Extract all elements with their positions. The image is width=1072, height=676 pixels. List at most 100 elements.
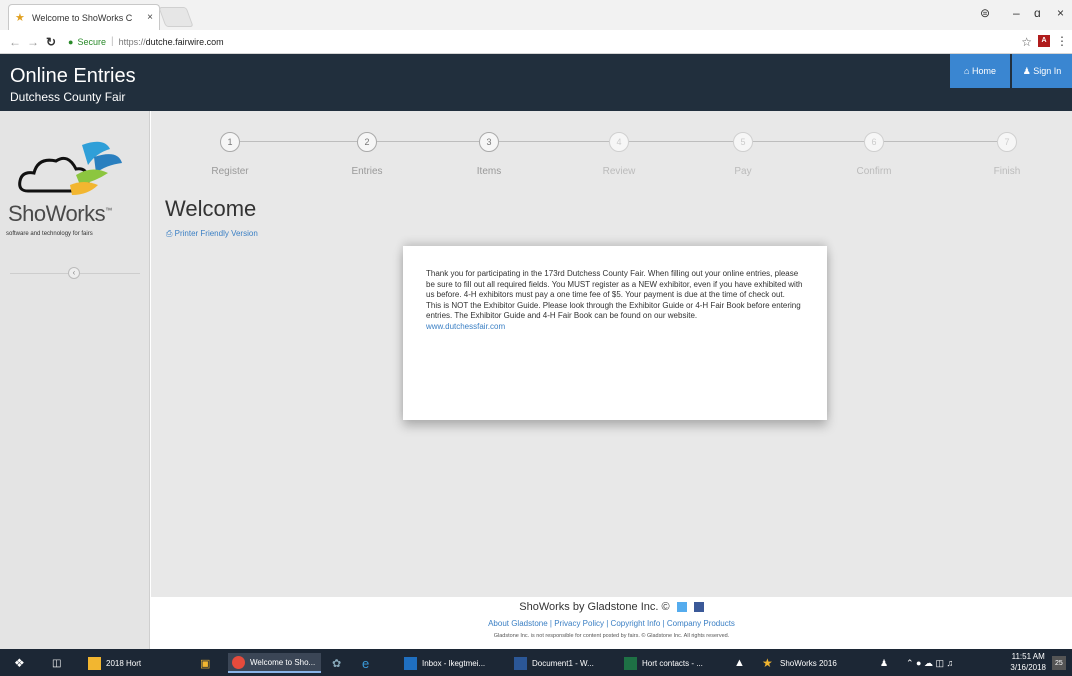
welcome-card: Thank you for participating in the 173rd… — [403, 246, 827, 420]
taskbar-label: ShoWorks 2016 — [780, 658, 837, 668]
photos-icon[interactable]: ▲ — [734, 653, 745, 673]
url-host: dutche.fairwire.com — [145, 36, 224, 47]
system-tray-icons[interactable]: ⌃ ● ☁ ◫ ♫ — [906, 653, 953, 673]
sidebar: ShoWorks™ software and technology for fa… — [0, 111, 150, 649]
site-header: Online Entries Dutchess County Fair ⌂ Ho… — [0, 54, 1072, 111]
close-window-button[interactable]: × — [1057, 6, 1064, 20]
site-footer: ShoWorks by Gladstone Inc. © About Glads… — [151, 597, 1072, 649]
step-circle: 6 — [864, 132, 884, 152]
store-icon[interactable]: ▣ — [200, 653, 210, 673]
footer-links: About Gladstone | Privacy Policy | Copyr… — [151, 619, 1072, 628]
twitter-icon[interactable] — [676, 602, 687, 613]
logo-tagline: software and technology for fairs — [6, 231, 93, 237]
website-link[interactable]: www.dutchessfair.com — [426, 322, 803, 333]
facebook-icon[interactable] — [693, 602, 704, 613]
step-label: Entries — [351, 166, 383, 177]
address-bar: ← → ↻ ● Secure | https://dutche.fairwire… — [0, 30, 1072, 54]
start-windows-icon[interactable]: ❖ — [14, 653, 25, 673]
taskbar-item-showorks[interactable]: ★ ShoWorks 2016 — [762, 653, 837, 673]
printer-friendly-link[interactable]: ⎙ Printer Friendly Version — [166, 229, 258, 239]
taskbar-label: Welcome to Sho... — [250, 657, 316, 667]
edge-icon[interactable]: e — [362, 653, 369, 673]
logo-wordmark: ShoWorks — [8, 201, 106, 226]
footer-link-about[interactable]: About Gladstone — [488, 619, 548, 628]
taskbar-item-hort-folder[interactable]: 2018 Hort — [88, 653, 141, 673]
browser-tabstrip: ★ Welcome to ShoWorks C × ⊜ – ɑ × — [0, 0, 1072, 30]
secure-label: Secure — [77, 36, 106, 47]
profile-icon[interactable]: ⊜ — [980, 6, 990, 20]
windows-taskbar: ❖ ◫ 2018 Hort ▣ Welcome to Sho... ✿ e In… — [0, 649, 1072, 676]
url-field[interactable]: https://dutche.fairwire.com — [119, 37, 224, 47]
taskbar-clock[interactable]: 11:51 AM 3/16/2018 — [1010, 651, 1046, 673]
site-subtitle: Dutchess County Fair — [10, 90, 126, 104]
url-scheme: https:// — [118, 36, 146, 47]
folder-icon — [88, 656, 101, 670]
step-circle: 7 — [997, 132, 1017, 152]
step-label: Pay — [734, 166, 752, 177]
lock-icon: ● — [68, 36, 74, 47]
trophy-icon: ★ — [762, 655, 773, 670]
home-button[interactable]: ⌂ Home — [950, 54, 1010, 88]
step-connector — [753, 141, 864, 142]
app-icon[interactable]: ✿ — [332, 653, 341, 673]
tab-title: Welcome to ShoWorks C — [32, 12, 133, 23]
taskbar-label: 2018 Hort — [106, 658, 142, 668]
bookmark-star-icon[interactable]: ☆ — [1021, 35, 1032, 49]
step-connector — [884, 141, 997, 142]
step-connector — [629, 141, 733, 142]
taskbar-label: Inbox - lkegtmei... — [422, 658, 486, 668]
step-label: Confirm — [856, 166, 892, 177]
step-connector — [240, 141, 357, 142]
step-circle: 5 — [733, 132, 753, 152]
clock-time: 11:51 AM — [1011, 652, 1045, 661]
notification-count[interactable]: 25 — [1052, 656, 1066, 670]
footer-brand: ShoWorks by Gladstone Inc. © — [151, 601, 1072, 613]
logo-trademark: ™ — [105, 207, 112, 215]
showorks-logo-icon — [18, 141, 122, 195]
clock-date: 3/16/2018 — [1010, 663, 1046, 672]
taskbar-item-outlook[interactable]: Inbox - lkegtmei... — [404, 653, 485, 673]
maximize-button[interactable]: ɑ — [1034, 6, 1041, 20]
browser-menu-icon[interactable]: ⋮ — [1056, 34, 1068, 48]
step-label: Finish — [993, 166, 1021, 177]
taskbar-item-excel[interactable]: Hort contacts - ... — [624, 653, 703, 673]
outlook-icon — [404, 656, 417, 670]
url-separator: | — [110, 36, 114, 47]
footer-disclaimer: Gladstone Inc. is not responsible for co… — [493, 633, 730, 639]
welcome-paragraph-1: Thank you for participating in the 173rd… — [426, 269, 803, 299]
step-label: Register — [211, 166, 249, 177]
people-icon[interactable]: ♟ — [880, 653, 888, 673]
footer-link-privacy[interactable]: Privacy Policy — [554, 619, 604, 628]
minimize-button[interactable]: – — [1013, 6, 1020, 20]
pdf-extension-icon[interactable]: A — [1038, 35, 1050, 47]
step-circle: 3 — [479, 132, 499, 152]
step-circle: 4 — [609, 132, 629, 152]
excel-icon — [624, 656, 637, 670]
step-label: Review — [602, 166, 636, 177]
taskbar-label: Hort contacts - ... — [642, 658, 703, 668]
footer-link-products[interactable]: Company Products — [667, 619, 735, 628]
taskbar-item-word[interactable]: Document1 - W... — [514, 653, 594, 673]
new-tab-button[interactable] — [158, 7, 194, 27]
chrome-icon — [232, 655, 245, 669]
sign-in-button[interactable]: ♟ Sign In — [1012, 54, 1072, 88]
tab-close-icon[interactable]: × — [147, 12, 153, 23]
main-content: 1 Register 2 Entries 3 Items 4 Review 5 Pay 6 Confi… — [151, 111, 1072, 597]
collapse-sidebar-icon[interactable]: ‹ — [68, 267, 80, 279]
welcome-paragraph-2: This is NOT the Exhibitor Guide. Please … — [426, 300, 801, 321]
step-connector — [499, 141, 609, 142]
step-circle: 2 — [357, 132, 377, 152]
forward-icon[interactable]: → — [24, 35, 42, 49]
back-icon[interactable]: ← — [6, 35, 24, 49]
footer-link-copyright[interactable]: Copyright Info — [611, 619, 661, 628]
word-icon — [514, 656, 527, 670]
trophy-icon: ★ — [15, 11, 25, 24]
taskbar-label: Document1 - W... — [532, 658, 594, 668]
taskbar-item-chrome[interactable]: Welcome to Sho... — [228, 653, 322, 673]
footer-brand-text: ShoWorks by Gladstone Inc. © — [519, 601, 670, 613]
reload-icon[interactable]: ↻ — [42, 35, 60, 49]
task-view-icon[interactable]: ◫ — [52, 653, 61, 673]
step-label: Items — [476, 166, 502, 177]
browser-tab[interactable]: ★ Welcome to ShoWorks C × — [8, 4, 160, 30]
logo-text: ShoWorks™ — [8, 201, 112, 227]
